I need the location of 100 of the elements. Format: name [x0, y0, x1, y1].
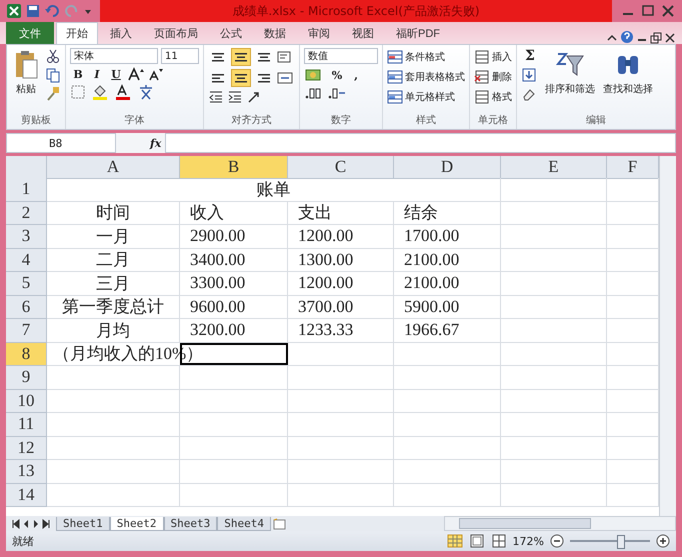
restore-icon[interactable] [650, 32, 662, 44]
row-header[interactable]: 6 [6, 296, 47, 319]
vertical-scrollbar[interactable] [659, 156, 676, 516]
normal-view-icon[interactable] [446, 534, 463, 548]
formula-input[interactable] [165, 133, 676, 153]
empty-cell[interactable] [394, 366, 501, 390]
next-sheet-icon[interactable] [32, 518, 40, 528]
fill-down-icon[interactable] [521, 67, 537, 83]
paste-button[interactable]: 粘贴 [11, 48, 41, 113]
empty-cell[interactable] [288, 460, 394, 484]
row-header[interactable]: 8 [6, 342, 47, 366]
ribbon-tab[interactable]: 文件 [6, 22, 54, 44]
ribbon-tab[interactable]: 福昕PDF [386, 22, 450, 44]
bold-button[interactable]: B [70, 68, 86, 80]
number-format-field[interactable]: 数值 [304, 48, 378, 64]
sheet-tab[interactable]: Sheet2 [110, 516, 164, 530]
empty-cell[interactable] [288, 484, 394, 507]
row-header[interactable]: 14 [6, 484, 47, 507]
column-header[interactable]: B [180, 156, 288, 179]
percent-button[interactable]: % [329, 68, 345, 82]
row-header[interactable]: 12 [6, 436, 47, 460]
empty-cell[interactable] [394, 413, 501, 436]
empty-cell[interactable] [501, 436, 607, 460]
copy-icon[interactable] [45, 67, 61, 83]
scissors-icon[interactable] [45, 48, 61, 64]
style-menu-button[interactable]: 套用表格格式 [387, 68, 465, 85]
empty-cell[interactable] [180, 436, 288, 460]
empty-cell[interactable] [288, 390, 394, 413]
style-menu-button[interactable]: 条件格式 [387, 48, 465, 65]
sort-filter-button[interactable]: 排序和筛选 [543, 48, 597, 113]
previous-sheet-icon[interactable] [22, 518, 30, 528]
decrease-indent-icon[interactable] [208, 90, 224, 104]
ribbon-tab[interactable]: 数据 [254, 22, 296, 44]
column-header[interactable]: E [501, 156, 607, 179]
empty-cell[interactable] [180, 484, 288, 507]
ribbon-tab[interactable]: 插入 [100, 22, 142, 44]
empty-cell[interactable] [394, 390, 501, 413]
font-name-field[interactable]: 宋体 [70, 48, 158, 64]
first-sheet-icon[interactable] [12, 518, 20, 528]
empty-cell[interactable] [394, 342, 501, 366]
row-header[interactable]: 5 [6, 272, 47, 296]
shrink-font-icon[interactable] [148, 67, 164, 81]
ribbon-tab[interactable]: 页面布局 [144, 22, 208, 44]
style-menu-button[interactable]: 单元格样式 [387, 88, 465, 105]
empty-cell[interactable] [394, 484, 501, 507]
empty-cell[interactable] [288, 436, 394, 460]
ribbon-tab[interactable]: 开始 [56, 22, 98, 44]
horizontal-scrollbar[interactable] [444, 516, 676, 531]
help-icon[interactable] [620, 30, 634, 44]
empty-cell[interactable] [501, 202, 607, 225]
excel-logo-icon[interactable] [6, 3, 22, 19]
empty-cell[interactable] [180, 460, 288, 484]
cells-menu-button[interactable]: 插入 [474, 48, 512, 65]
empty-cell[interactable] [501, 342, 607, 366]
find-select-button[interactable]: 查找和选择 [601, 48, 655, 113]
grow-font-icon[interactable] [127, 67, 145, 81]
empty-cell[interactable] [288, 342, 394, 366]
empty-cell[interactable] [501, 413, 607, 436]
increase-indent-icon[interactable] [227, 90, 243, 104]
select-all-button[interactable] [6, 156, 47, 179]
empty-cell[interactable] [501, 366, 607, 390]
page-break-icon[interactable] [490, 534, 507, 548]
empty-cell[interactable] [501, 319, 607, 342]
row-header[interactable]: 11 [6, 413, 47, 436]
sheet-tab[interactable]: Sheet1 [56, 516, 110, 530]
column-header[interactable]: F [607, 156, 659, 179]
italic-button[interactable]: I [89, 68, 105, 80]
insert-function-button[interactable]: fx [150, 136, 162, 150]
cells-menu-button[interactable]: 删除 [474, 68, 512, 85]
ribbon-tab[interactable]: 审阅 [298, 22, 340, 44]
row-header[interactable]: 9 [6, 366, 47, 390]
column-header[interactable]: A [47, 156, 180, 179]
paintbrush-icon[interactable] [45, 86, 61, 102]
empty-cell[interactable] [501, 484, 607, 507]
close-icon[interactable] [660, 4, 676, 18]
column-header[interactable]: D [394, 156, 501, 179]
empty-cell[interactable] [501, 225, 607, 248]
empty-cell[interactable] [501, 248, 607, 272]
empty-cell[interactable] [180, 390, 288, 413]
ribbon-tab[interactable]: 视图 [342, 22, 384, 44]
vertical-align-button[interactable] [231, 48, 251, 66]
maximize-icon[interactable] [640, 4, 656, 18]
ribbon-tab[interactable]: 公式 [210, 22, 252, 44]
row-header[interactable]: 7 [6, 319, 47, 342]
cells-menu-button[interactable]: 格式 [474, 88, 512, 105]
empty-cell[interactable] [394, 436, 501, 460]
zoom-out-icon[interactable] [550, 534, 564, 548]
empty-cell[interactable] [501, 178, 607, 202]
underline-button[interactable]: U [108, 68, 124, 80]
sheet-tab[interactable]: Sheet4 [217, 516, 271, 530]
empty-cell[interactable] [501, 390, 607, 413]
row-header[interactable]: 13 [6, 460, 47, 484]
empty-cell[interactable] [501, 460, 607, 484]
sheet-tab[interactable]: Sheet3 [164, 516, 218, 530]
last-sheet-icon[interactable] [42, 518, 50, 528]
empty-cell[interactable] [180, 366, 288, 390]
empty-cell[interactable] [394, 460, 501, 484]
horizontal-align-button[interactable] [231, 69, 251, 87]
row-header[interactable]: 10 [6, 390, 47, 413]
row-header[interactable]: 3 [6, 225, 47, 248]
